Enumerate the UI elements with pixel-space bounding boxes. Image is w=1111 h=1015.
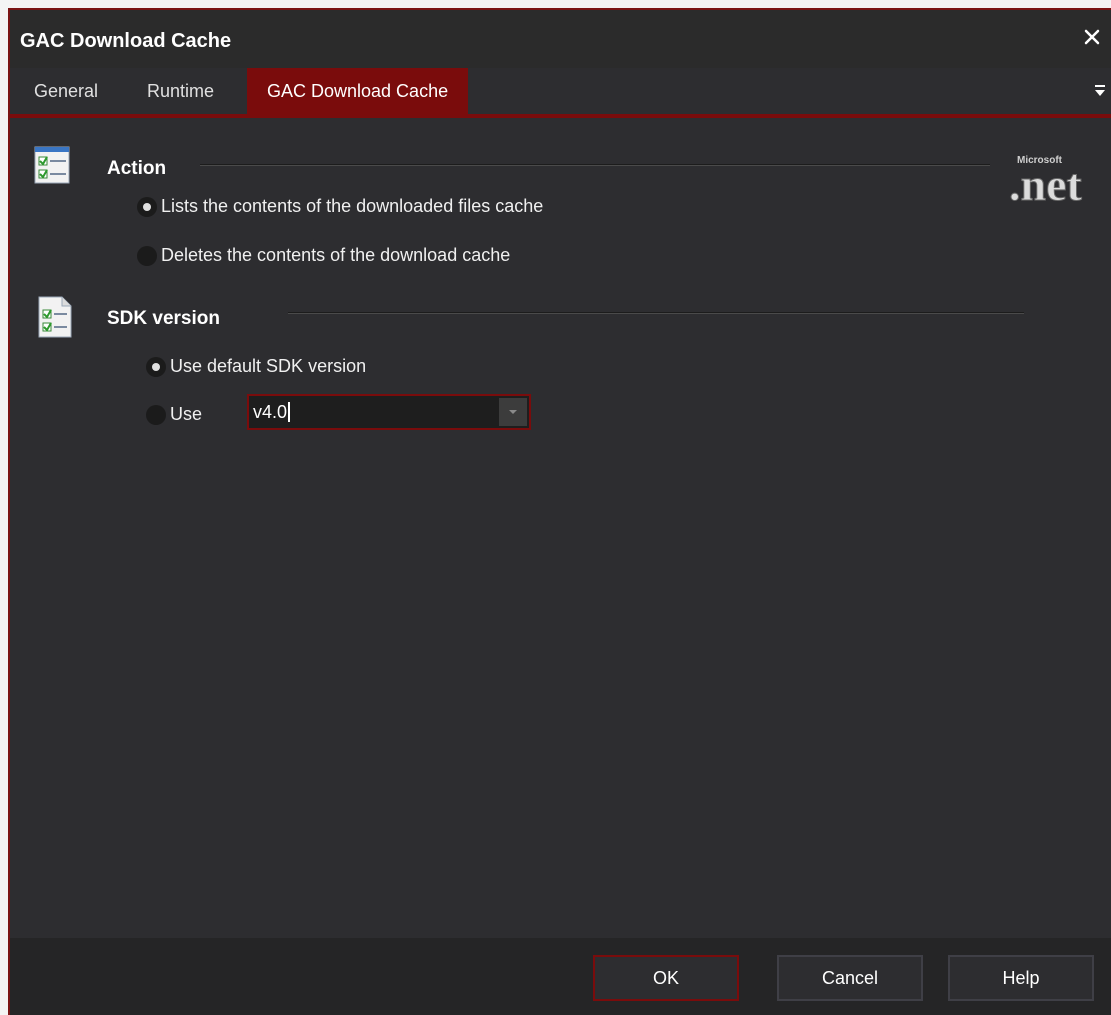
checklist-icon — [34, 146, 72, 191]
tab-general-label: General — [34, 81, 99, 101]
content-panel: Action Lists the contents of the downloa… — [10, 118, 1111, 938]
radio-label: Deletes the contents of the download cac… — [161, 245, 511, 265]
close-icon — [1084, 29, 1100, 45]
title-bar: GAC Download Cache — [10, 10, 1111, 68]
dropdown-button[interactable] — [499, 398, 527, 426]
help-button-label: Help — [1002, 967, 1040, 988]
microsoft-dotnet-logo: Microsoft .net — [1007, 150, 1107, 211]
tab-gac-download-cache[interactable]: GAC Download Cache — [247, 68, 469, 114]
dialog-window: GAC Download Cache General Runtime GAC D… — [8, 8, 1111, 1015]
ok-button[interactable]: OK — [593, 955, 739, 1001]
radio-button[interactable] — [146, 404, 166, 425]
logo-net-text: .net — [1009, 159, 1083, 210]
tab-general[interactable]: General — [34, 68, 98, 114]
help-button[interactable]: Help — [948, 955, 1094, 1001]
radio-button[interactable] — [137, 245, 157, 266]
section-title-action: Action — [107, 158, 167, 179]
radio-button[interactable] — [146, 356, 166, 377]
section-divider — [200, 164, 990, 166]
window-title: GAC Download Cache — [20, 30, 232, 52]
cancel-button-label: Cancel — [821, 967, 879, 988]
close-button[interactable] — [1079, 24, 1105, 50]
document-checklist-icon — [38, 296, 72, 343]
radio-delete-contents[interactable]: Deletes the contents of the download cac… — [137, 245, 510, 266]
radio-label: Use default SDK version — [170, 356, 367, 376]
tab-gac-download-cache-label: GAC Download Cache — [267, 81, 449, 101]
section-divider — [288, 312, 1024, 314]
tab-runtime-label: Runtime — [147, 81, 215, 101]
radio-button[interactable] — [137, 196, 157, 217]
radio-use-default-sdk[interactable]: Use default SDK version — [146, 356, 366, 377]
tab-bar: General Runtime GAC Download Cache — [10, 68, 1111, 114]
ok-button-label: OK — [652, 967, 679, 988]
dialog-footer: OK Cancel Help — [10, 938, 1111, 1015]
sdk-version-combobox[interactable]: v4.0 — [247, 394, 531, 430]
sdk-version-input[interactable]: v4.0 — [253, 402, 291, 422]
overflow-menu-icon — [1095, 85, 1105, 96]
radio-list-contents[interactable]: Lists the contents of the downloaded fil… — [137, 196, 543, 217]
section-title-sdk-version: SDK version — [107, 308, 220, 329]
cancel-button[interactable]: Cancel — [777, 955, 923, 1001]
radio-use-specific-sdk[interactable]: Use — [146, 404, 202, 425]
tab-runtime[interactable]: Runtime — [147, 68, 214, 114]
radio-label: Lists the contents of the downloaded fil… — [161, 196, 544, 216]
radio-label: Use — [170, 404, 203, 424]
tab-overflow-button[interactable] — [1093, 82, 1107, 100]
